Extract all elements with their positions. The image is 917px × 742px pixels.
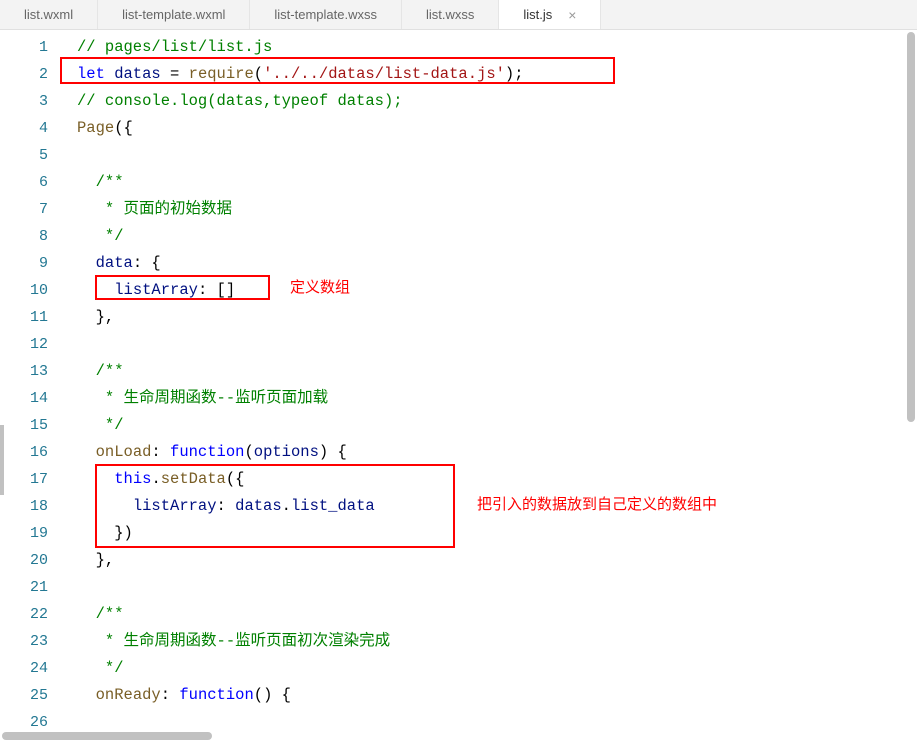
line-number: 11 xyxy=(0,304,64,331)
line-number: 14 xyxy=(0,385,64,412)
horizontal-scrollbar[interactable] xyxy=(2,732,212,740)
line-number: 2 xyxy=(0,61,64,88)
line-number: 8 xyxy=(0,223,64,250)
line-number: 16 xyxy=(0,439,64,466)
line-number: 17 xyxy=(0,466,64,493)
code-line: }) xyxy=(77,520,917,547)
code-line xyxy=(77,331,917,358)
line-number: 24 xyxy=(0,655,64,682)
code-line: listArray: datas.list_data xyxy=(77,493,917,520)
line-number: 1 xyxy=(0,34,64,61)
code-line: }, xyxy=(77,304,917,331)
line-number: 10 xyxy=(0,277,64,304)
line-number: 21 xyxy=(0,574,64,601)
line-number: 5 xyxy=(0,142,64,169)
code-line: onReady: function() { xyxy=(77,682,917,709)
code-line: */ xyxy=(77,655,917,682)
code-line: this.setData({ xyxy=(77,466,917,493)
line-number: 23 xyxy=(0,628,64,655)
code-line: Page({ xyxy=(77,115,917,142)
code-line: listArray: [] xyxy=(77,277,917,304)
code-line: /** xyxy=(77,169,917,196)
code-line: /** xyxy=(77,601,917,628)
line-number: 12 xyxy=(0,331,64,358)
code-line: }, xyxy=(77,547,917,574)
line-number: 22 xyxy=(0,601,64,628)
tab-list-wxml[interactable]: list.wxml xyxy=(0,0,98,29)
code-line: */ xyxy=(77,223,917,250)
code-line: // console.log(datas,typeof datas); xyxy=(77,88,917,115)
tab-list-template-wxml[interactable]: list-template.wxml xyxy=(98,0,250,29)
code-line: * 页面的初始数据 xyxy=(77,196,917,223)
close-icon[interactable]: × xyxy=(568,7,576,23)
line-number: 7 xyxy=(0,196,64,223)
code-editor[interactable]: 1 2 3 4 5 6 7 8 9 10 11 12 13 14 15 16 1… xyxy=(0,30,917,742)
line-number: 20 xyxy=(0,547,64,574)
line-number: 25 xyxy=(0,682,64,709)
line-number: 18 xyxy=(0,493,64,520)
code-line: onLoad: function(options) { xyxy=(77,439,917,466)
line-number: 15 xyxy=(0,412,64,439)
code-line xyxy=(77,142,917,169)
code-line xyxy=(77,574,917,601)
code-line: data: { xyxy=(77,250,917,277)
code-line: */ xyxy=(77,412,917,439)
side-marker xyxy=(0,425,4,495)
vertical-scrollbar[interactable] xyxy=(907,32,915,422)
code-line: let datas = require('../../datas/list-da… xyxy=(77,61,917,88)
line-number: 6 xyxy=(0,169,64,196)
tab-list-template-wxss[interactable]: list-template.wxss xyxy=(250,0,402,29)
code-line: * 生命周期函数--监听页面加载 xyxy=(77,385,917,412)
line-number: 9 xyxy=(0,250,64,277)
code-line: /** xyxy=(77,358,917,385)
tab-bar: list.wxml list-template.wxml list-templa… xyxy=(0,0,917,30)
line-number: 19 xyxy=(0,520,64,547)
line-number: 13 xyxy=(0,358,64,385)
line-number: 3 xyxy=(0,88,64,115)
code-content[interactable]: // pages/list/list.js let datas = requir… xyxy=(65,30,917,742)
tab-list-wxss[interactable]: list.wxss xyxy=(402,0,499,29)
tab-list-js[interactable]: list.js × xyxy=(499,0,601,29)
code-line: * 生命周期函数--监听页面初次渲染完成 xyxy=(77,628,917,655)
line-number: 4 xyxy=(0,115,64,142)
line-gutter: 1 2 3 4 5 6 7 8 9 10 11 12 13 14 15 16 1… xyxy=(0,30,65,742)
code-line: // pages/list/list.js xyxy=(77,34,917,61)
